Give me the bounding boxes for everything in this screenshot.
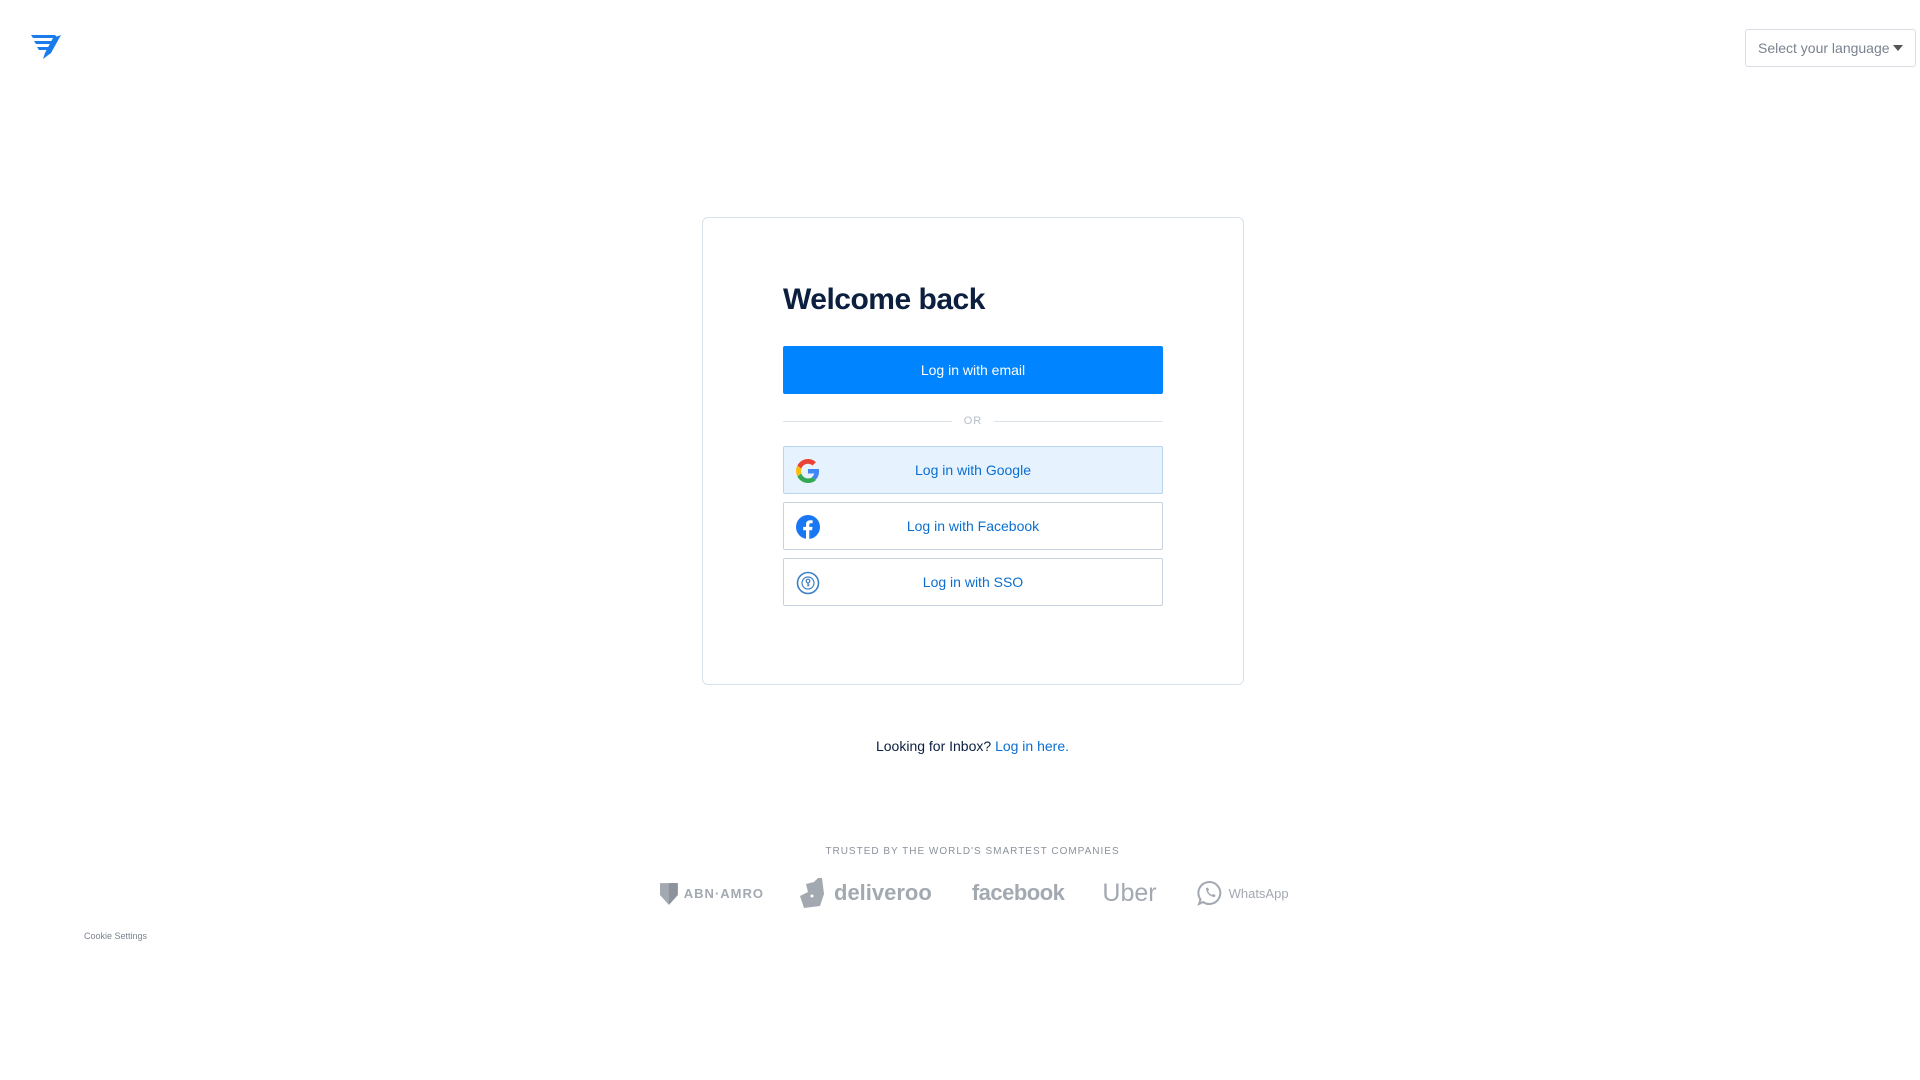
sso-key-icon — [796, 571, 820, 595]
page-title: Welcome back — [783, 283, 985, 316]
divider-line-right — [994, 420, 1163, 422]
whatsapp-logo: WhatsApp — [1196, 880, 1289, 906]
login-sso-button[interactable]: Log in with SSO — [783, 558, 1163, 606]
facebook-text: facebook — [971, 880, 1065, 905]
messagebird-logo-icon[interactable] — [31, 33, 61, 59]
inbox-login-link[interactable]: Log in here. — [995, 738, 1069, 754]
uber-logo: Uber — [1102, 879, 1156, 908]
facebook-icon — [796, 515, 820, 539]
inbox-prompt-text: Looking for Inbox? — [875, 738, 992, 754]
login-sso-label: Log in with SSO — [922, 574, 1024, 590]
login-facebook-label: Log in with Facebook — [906, 518, 1040, 534]
deliveroo-logo: deliveroo — [800, 878, 932, 908]
login-facebook-button[interactable]: Log in with Facebook — [783, 502, 1163, 550]
abn-amro-text: ABN·AMRO — [683, 885, 764, 901]
login-email-label: Log in with email — [920, 362, 1026, 378]
login-email-button[interactable]: Log in with email — [783, 346, 1163, 394]
caret-down-icon — [1893, 45, 1903, 51]
whatsapp-icon — [1196, 881, 1221, 906]
login-google-label: Log in with Google — [915, 462, 1031, 478]
or-label: OR — [963, 415, 983, 427]
brand-logos: ABN·AMRO deliveroo facebook Uber WhatsAp… — [660, 874, 1289, 912]
language-select-value: Select your language — [1758, 40, 1890, 56]
deliveroo-text: deliveroo — [834, 880, 932, 905]
language-select[interactable]: Select your language — [1745, 29, 1916, 67]
cookie-settings-link[interactable]: Cookie Settings — [84, 931, 147, 941]
inbox-prompt: Looking for Inbox? Log in here. — [0, 738, 1920, 754]
deliveroo-kangaroo-icon — [800, 878, 824, 908]
abn-amro-shield-icon — [660, 883, 678, 905]
facebook-wordmark-logo: facebook — [972, 880, 1065, 906]
or-divider: OR — [783, 414, 1163, 428]
uber-text: Uber — [1102, 878, 1157, 907]
divider-line-left — [783, 420, 952, 422]
login-google-button[interactable]: Log in with Google — [783, 446, 1163, 494]
whatsapp-text: WhatsApp — [1228, 885, 1289, 901]
login-card: Welcome back Log in with email OR Log in… — [702, 217, 1244, 685]
abn-amro-logo: ABN·AMRO — [660, 881, 764, 905]
google-icon — [796, 459, 820, 483]
trusted-heading: TRUSTED BY THE WORLD'S SMARTEST COMPANIE… — [825, 846, 1120, 857]
